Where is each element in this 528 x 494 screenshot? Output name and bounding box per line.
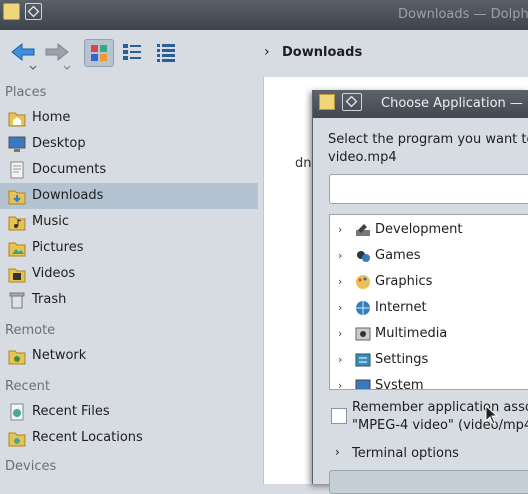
videos-folder-icon xyxy=(8,268,26,283)
folder-app-icon[interactable] xyxy=(3,3,20,20)
place-item-desktop[interactable]: Desktop xyxy=(0,131,258,157)
place-label: Home xyxy=(32,110,71,125)
breadcrumb-current[interactable]: Downloads xyxy=(282,45,362,60)
tree-item-label: Development xyxy=(375,222,463,237)
devices-header: Devices xyxy=(5,459,57,474)
dialog-prompt: Select the program you want to u xyxy=(328,132,528,147)
expand-arrow-icon[interactable]: › xyxy=(338,353,342,366)
home-folder-icon xyxy=(8,112,26,127)
remember-association-checkbox[interactable] xyxy=(331,408,347,424)
expand-arrow-icon[interactable]: › xyxy=(338,249,342,262)
place-label: Desktop xyxy=(32,136,86,151)
dialog-filename: video.mp4 xyxy=(328,150,397,165)
expand-arrow-icon[interactable]: › xyxy=(338,223,342,236)
back-button[interactable] xyxy=(10,40,37,70)
development-icon xyxy=(356,224,370,236)
tree-item-multimedia[interactable]: › Multimedia xyxy=(330,321,528,347)
compact-view-button[interactable] xyxy=(118,39,148,67)
folder-app-icon[interactable] xyxy=(319,94,335,110)
back-arrow-icon xyxy=(11,42,37,70)
application-tree[interactable]: › Development › Games › Graphics › Inter… xyxy=(329,214,528,390)
place-item-trash[interactable]: Trash xyxy=(0,287,258,313)
tree-item-label: Graphics xyxy=(375,274,433,289)
place-label: Recent Locations xyxy=(32,430,143,445)
expand-arrow-icon[interactable]: › xyxy=(335,445,340,459)
games-icon xyxy=(357,251,370,262)
expand-arrow-icon[interactable]: › xyxy=(338,327,342,340)
window-title: Downloads — Dolphin xyxy=(398,7,528,22)
forward-button[interactable] xyxy=(44,40,71,70)
icons-view-button[interactable] xyxy=(84,39,114,67)
place-item-recent-files[interactable]: Recent Files xyxy=(0,399,258,425)
toolbar: › Downloads xyxy=(0,30,528,76)
pictures-folder-icon xyxy=(8,242,26,257)
place-label: Downloads xyxy=(32,188,104,203)
tree-item-settings[interactable]: › Settings xyxy=(330,347,528,373)
breadcrumb-chevron-icon: › xyxy=(264,44,270,60)
place-label: Recent Files xyxy=(32,404,110,419)
place-item-videos[interactable]: Videos xyxy=(0,261,258,287)
place-item-network[interactable]: Network xyxy=(0,343,258,369)
forward-arrow-icon xyxy=(45,42,71,70)
network-folder-icon xyxy=(8,350,26,365)
mime-type-label: "MPEG-4 video" (video/mp4) xyxy=(352,418,528,433)
place-label: Trash xyxy=(32,292,67,307)
remember-association-label[interactable]: Remember application assoc xyxy=(352,400,528,415)
place-label: Videos xyxy=(32,266,76,281)
tree-item-label: Internet xyxy=(375,300,427,315)
place-item-downloads[interactable]: Downloads xyxy=(0,183,258,209)
place-label: Documents xyxy=(32,162,107,177)
internet-icon xyxy=(356,301,370,315)
expand-arrow-icon[interactable]: › xyxy=(338,379,342,389)
downloads-folder-icon xyxy=(8,190,26,205)
tree-item-label: Multimedia xyxy=(375,326,448,341)
tree-item-label: Games xyxy=(375,248,421,263)
tree-item-graphics[interactable]: › Graphics xyxy=(330,269,528,295)
place-item-documents[interactable]: Documents xyxy=(0,157,258,183)
file-name-partial[interactable]: dn xyxy=(295,156,312,171)
mouse-cursor-icon xyxy=(485,405,499,425)
recent-locations-icon xyxy=(8,432,26,447)
place-label: Pictures xyxy=(32,240,84,255)
expand-arrow-icon[interactable]: › xyxy=(338,275,342,288)
music-folder-icon xyxy=(8,216,26,231)
place-item-pictures[interactable]: Pictures xyxy=(0,235,258,261)
graphics-icon xyxy=(356,275,370,289)
place-item-recent-locations[interactable]: Recent Locations xyxy=(0,425,258,451)
remote-header: Remote xyxy=(5,323,56,338)
place-item-home[interactable]: Home xyxy=(0,105,258,131)
system-icon xyxy=(355,379,371,389)
desktop-icon xyxy=(8,136,26,152)
tree-item-games[interactable]: › Games xyxy=(330,243,528,269)
dialog-button[interactable] xyxy=(329,470,528,494)
places-panel: Places Home Desktop Documents Downloads … xyxy=(0,76,262,484)
multimedia-icon xyxy=(355,327,371,341)
place-label: Network xyxy=(32,348,87,363)
icons-view-icon xyxy=(91,45,107,61)
places-header: Places xyxy=(5,85,47,100)
dialog-titlebar[interactable]: Choose Application — D xyxy=(313,90,528,118)
place-label: Music xyxy=(32,214,69,229)
tree-item-internet[interactable]: › Internet xyxy=(330,295,528,321)
settings-icon xyxy=(355,353,371,367)
trash-icon xyxy=(9,292,25,309)
tree-item-label: Settings xyxy=(375,352,429,367)
details-view-icon xyxy=(157,44,175,62)
details-view-button[interactable] xyxy=(152,39,182,67)
dialog-title: Choose Application — D xyxy=(381,96,528,111)
expand-arrow-icon[interactable]: › xyxy=(338,301,342,314)
recent-header: Recent xyxy=(5,379,50,394)
window-titlebar[interactable]: Downloads — Dolphin xyxy=(0,0,528,30)
tree-item-development[interactable]: › Development xyxy=(330,217,528,243)
compact-view-icon xyxy=(123,44,141,60)
tree-item-label: System xyxy=(375,378,424,390)
place-item-music[interactable]: Music xyxy=(0,209,258,235)
tree-item-system[interactable]: › System xyxy=(330,373,528,390)
recent-files-icon xyxy=(10,403,24,421)
window-menu-icon[interactable] xyxy=(25,3,42,20)
application-input[interactable] xyxy=(329,174,528,204)
window-menu-icon[interactable] xyxy=(342,93,362,111)
terminal-options-toggle[interactable]: Terminal options xyxy=(352,446,459,461)
documents-folder-icon xyxy=(10,161,24,179)
